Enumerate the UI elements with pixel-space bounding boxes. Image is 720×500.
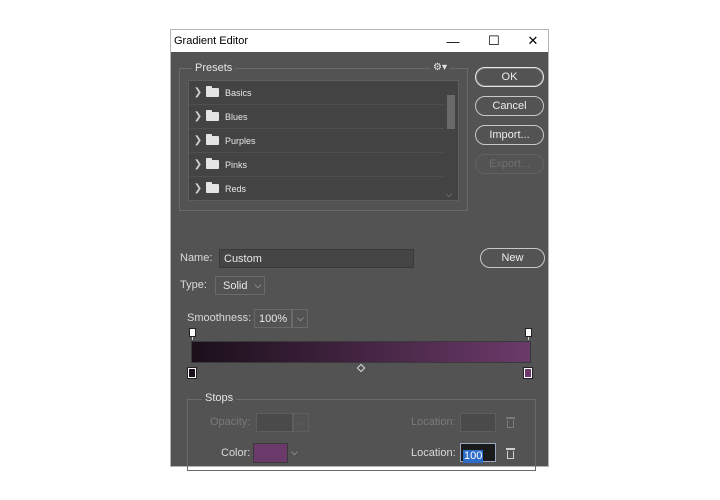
preset-folder-pinks[interactable]: ❯ Pinks — [189, 153, 445, 177]
gradient-preview-bar[interactable] — [191, 341, 531, 363]
dialog-body: Presets ⚙▾ ❯ Basics ❯ Blues ❯ Purples ❯ … — [171, 52, 548, 471]
preset-folder-label: Basics — [225, 87, 252, 98]
maximize-button[interactable]: ☐ — [479, 30, 509, 52]
folder-icon — [206, 182, 219, 193]
stops-legend: Stops — [202, 392, 237, 404]
chevron-down-icon[interactable]: ⌵ — [291, 447, 298, 458]
preset-folder-blues[interactable]: ❯ Blues — [189, 105, 445, 129]
scrollbar-thumb[interactable] — [447, 95, 455, 129]
chevron-right-icon[interactable]: ❯ — [191, 87, 205, 98]
color-label: Color: — [221, 447, 251, 459]
color-stop-right[interactable] — [524, 368, 532, 378]
folder-icon — [206, 158, 219, 169]
color-swatch[interactable] — [253, 443, 288, 463]
midpoint-diamond[interactable] — [356, 363, 366, 373]
close-button[interactable]: ✕ — [518, 30, 548, 52]
opacity-location-field[interactable] — [460, 413, 496, 432]
chevron-right-icon[interactable]: ❯ — [191, 159, 205, 170]
title-bar: Gradient Editor — ☐ ✕ — [171, 30, 548, 52]
color-swatch-fill — [254, 444, 287, 462]
new-button[interactable]: New — [480, 248, 545, 268]
chevron-down-icon: ⌵ — [297, 417, 304, 427]
name-label: Name: — [180, 252, 213, 264]
trash-icon[interactable] — [506, 417, 515, 428]
color-location-value: 100 — [463, 450, 484, 463]
smoothness-dropdown[interactable]: ⌵ — [292, 309, 308, 328]
preset-folder-label: Purples — [225, 135, 256, 146]
trash-icon[interactable] — [506, 448, 515, 459]
type-select-value: Solid — [223, 279, 248, 292]
opacity-stop-left[interactable] — [189, 328, 196, 337]
preset-folder-basics[interactable]: ❯ Basics — [189, 81, 445, 105]
opacity-stop-right[interactable] — [525, 328, 532, 337]
minimize-button[interactable]: — — [438, 30, 468, 52]
opacity-dropdown[interactable]: ⌵ — [293, 413, 309, 432]
chevron-right-icon[interactable]: ❯ — [191, 183, 205, 194]
import-button[interactable]: Import... — [475, 125, 544, 145]
folder-icon — [206, 134, 219, 145]
type-select[interactable]: Solid ⌵ — [215, 276, 265, 295]
ok-button[interactable]: OK — [475, 67, 544, 87]
preset-folder-purples[interactable]: ❯ Purples — [189, 129, 445, 153]
name-field[interactable]: Custom — [219, 249, 414, 268]
chevron-right-icon[interactable]: ❯ — [191, 111, 205, 122]
gear-icon[interactable]: ⚙▾ — [430, 62, 450, 73]
opacity-location-label: Location: — [411, 416, 456, 428]
gradient-editor-window: Gradient Editor — ☐ ✕ Presets ⚙▾ ❯ Basic… — [170, 29, 549, 471]
folder-icon — [206, 86, 219, 97]
opacity-stop-tick — [192, 337, 193, 340]
chevron-right-icon[interactable]: ❯ — [191, 135, 205, 146]
color-location-label: Location: — [411, 447, 456, 459]
preset-scrollbar[interactable]: ⌵ — [444, 81, 458, 200]
folder-icon — [206, 110, 219, 121]
presets-legend: Presets — [192, 62, 236, 74]
smoothness-field[interactable]: 100% — [254, 309, 292, 328]
color-location-field[interactable]: 100 — [460, 443, 496, 463]
opacity-label: Opacity: — [210, 416, 251, 428]
opacity-field[interactable] — [256, 413, 293, 432]
window-title: Gradient Editor — [174, 35, 248, 47]
export-button[interactable]: Export... — [475, 154, 544, 174]
preset-list[interactable]: ❯ Basics ❯ Blues ❯ Purples ❯ Pinks ❯ Red… — [188, 80, 459, 201]
preset-folder-reds[interactable]: ❯ Reds — [189, 177, 445, 200]
smoothness-label: Smoothness: — [187, 312, 252, 324]
preset-folder-label: Reds — [225, 183, 247, 194]
chevron-down-icon: ⌵ — [254, 280, 262, 290]
cancel-button[interactable]: Cancel — [475, 96, 544, 116]
chevron-down-icon[interactable]: ⌵ — [446, 190, 452, 200]
preset-folder-label: Pinks — [225, 159, 248, 170]
preset-folder-label: Blues — [225, 111, 248, 122]
color-stop-left[interactable] — [188, 368, 196, 378]
chevron-down-icon: ⌵ — [297, 313, 304, 323]
type-label: Type: — [180, 279, 207, 291]
opacity-stop-tick — [528, 337, 529, 340]
